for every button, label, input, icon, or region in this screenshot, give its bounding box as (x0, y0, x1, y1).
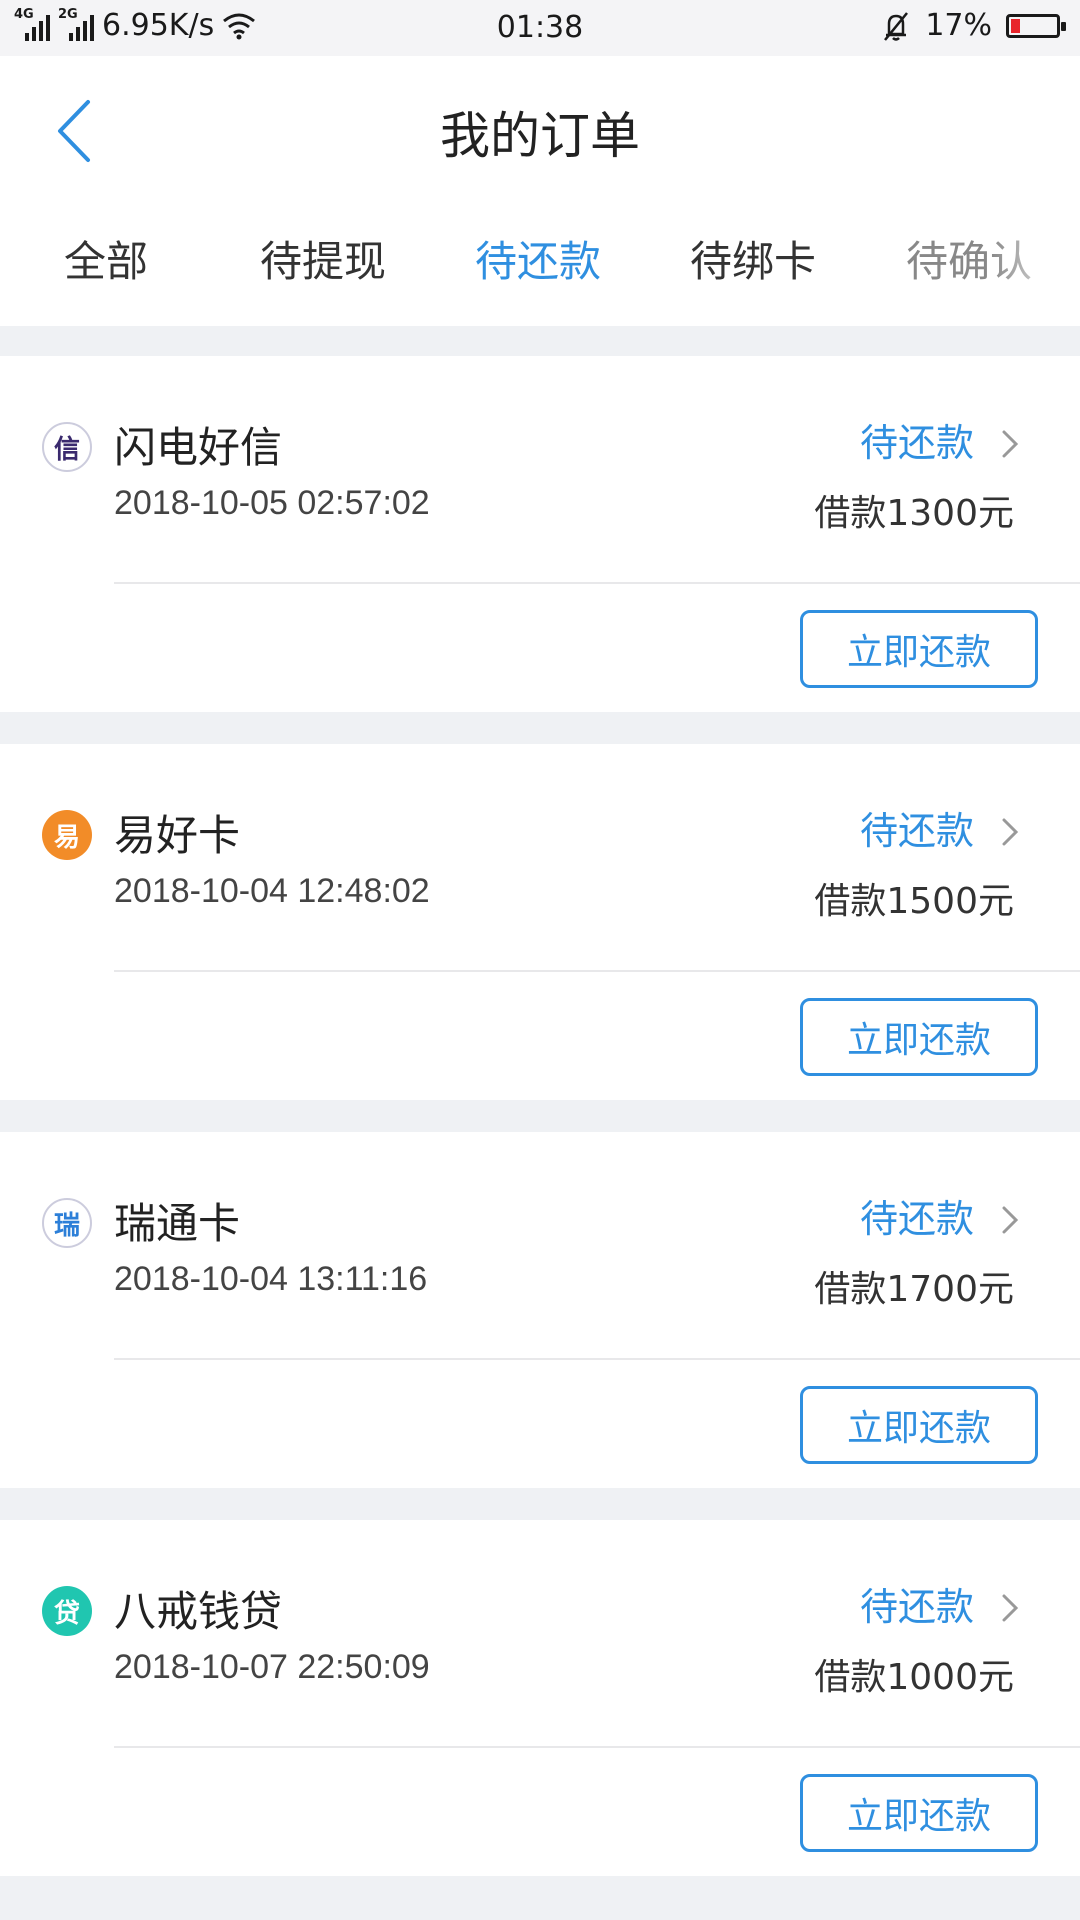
lender-name: 瑞通卡 (114, 1199, 241, 1248)
divider (114, 1746, 1080, 1748)
battery-icon (1006, 13, 1066, 38)
order-status[interactable]: 待还款 (860, 1188, 974, 1243)
battery-percent: 17% (925, 8, 992, 43)
order-card[interactable]: 瑞 瑞通卡 2018-10-04 13:11:16 待还款 借款1700元 立即… (0, 1132, 1080, 1488)
tab-pending-repayment[interactable]: 待还款 (475, 228, 601, 289)
page-title: 我的订单 (440, 107, 640, 165)
repay-now-button[interactable]: 立即还款 (800, 610, 1038, 688)
tabs-fade-overlay (990, 216, 1080, 316)
order-status[interactable]: 待还款 (860, 800, 974, 855)
lender-logo: 易 (42, 810, 92, 860)
loan-amount: 借款1700元 (814, 1269, 1014, 1310)
divider (114, 970, 1080, 972)
lender-name: 八戒钱贷 (114, 1587, 283, 1636)
order-date: 2018-10-05 02:57:02 (114, 484, 430, 522)
repay-now-button[interactable]: 立即还款 (800, 1774, 1038, 1852)
order-date: 2018-10-04 13:11:16 (114, 1260, 428, 1298)
chevron-right-icon[interactable] (998, 426, 1022, 462)
tab-pending-withdrawal[interactable]: 待提现 (260, 228, 386, 289)
order-date: 2018-10-07 22:50:09 (114, 1648, 430, 1686)
lender-logo: 瑞 (42, 1198, 92, 1248)
lender-logo: 贷 (42, 1586, 92, 1636)
header: 我的订单 全部 待提现 待还款 待绑卡 待确认 (0, 56, 1080, 326)
order-status[interactable]: 待还款 (860, 1576, 974, 1631)
order-card[interactable]: 贷 八戒钱贷 2018-10-07 22:50:09 待还款 借款1000元 立… (0, 1520, 1080, 1876)
order-date: 2018-10-04 12:48:02 (114, 872, 430, 910)
loan-amount: 借款1300元 (814, 493, 1014, 534)
mute-bell-icon (884, 11, 909, 41)
divider (114, 582, 1080, 584)
status-bar-right: 17% (881, 8, 1066, 43)
order-tabs: 全部 待提现 待还款 待绑卡 待确认 (0, 228, 1080, 308)
chevron-right-icon[interactable] (998, 1590, 1022, 1626)
divider (114, 1358, 1080, 1360)
loan-amount: 借款1000元 (814, 1657, 1014, 1698)
loan-amount: 借款1500元 (814, 881, 1014, 922)
status-bar: 4G 2G 6.95K/s 01:38 17% (0, 0, 1080, 56)
repay-now-button[interactable]: 立即还款 (800, 998, 1038, 1076)
lender-logo: 信 (42, 422, 92, 472)
tab-pending-card-binding[interactable]: 待绑卡 (690, 228, 816, 289)
chevron-right-icon[interactable] (998, 1202, 1022, 1238)
lender-name: 闪电好信 (114, 423, 283, 472)
repay-now-button[interactable]: 立即还款 (800, 1386, 1038, 1464)
tab-all[interactable]: 全部 (64, 228, 148, 289)
order-card[interactable]: 信 闪电好信 2018-10-05 02:57:02 待还款 借款1300元 立… (0, 356, 1080, 712)
order-status[interactable]: 待还款 (860, 412, 974, 467)
lender-name: 易好卡 (114, 811, 241, 860)
chevron-right-icon[interactable] (998, 814, 1022, 850)
order-card[interactable]: 易 易好卡 2018-10-04 12:48:02 待还款 借款1500元 立即… (0, 744, 1080, 1100)
